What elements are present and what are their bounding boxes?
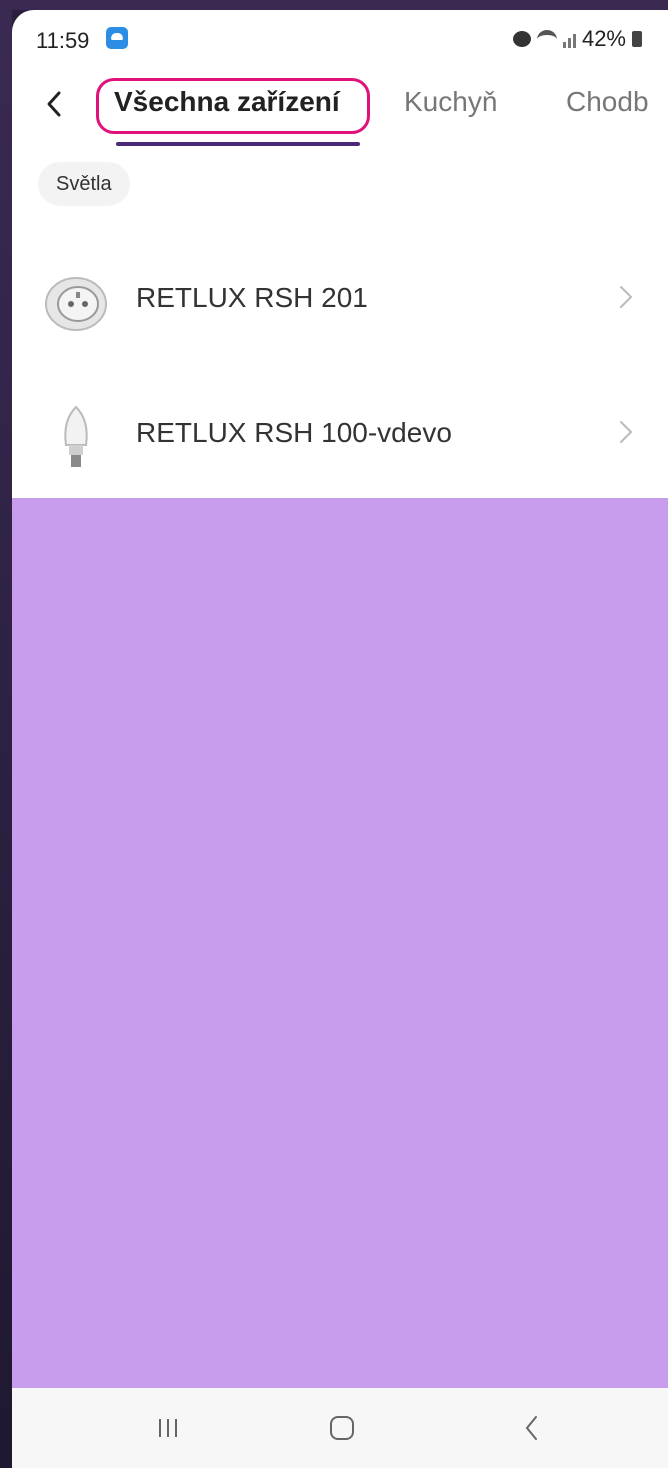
background-top-edge: [0, 0, 668, 10]
signal-icon: [562, 30, 576, 48]
chevron-left-icon: [47, 91, 61, 117]
chevron-right-icon: [620, 286, 633, 308]
battery-icon: [632, 31, 642, 47]
device-name: RETLUX RSH 100-vdevo: [136, 417, 452, 448]
status-time: 11:59: [36, 28, 90, 53]
home-button[interactable]: [312, 1406, 372, 1450]
system-navigation-bar: [12, 1388, 668, 1468]
purple-overlay: [12, 498, 668, 1388]
chevron-right-icon: [620, 421, 633, 443]
recents-button[interactable]: [138, 1406, 198, 1450]
app-notification-icon: [106, 27, 128, 49]
status-icons: 42%: [512, 26, 642, 52]
tab-kitchen[interactable]: Kuchyň: [404, 86, 497, 118]
background-left-edge: [0, 0, 12, 1468]
tab-highlight-annotation: [96, 78, 370, 134]
status-bar: 11:59 42%: [12, 10, 668, 62]
room-tabs: Všechna zařízení Kuchyň Chodb: [12, 70, 668, 160]
wifi-icon: [536, 29, 557, 49]
back-button[interactable]: [32, 82, 76, 126]
smart-plug-icon: [45, 277, 107, 331]
back-icon: [525, 1416, 537, 1440]
recents-icon: [159, 1419, 177, 1437]
system-back-button[interactable]: [502, 1406, 562, 1450]
light-bulb-icon: [64, 405, 88, 467]
device-name: RETLUX RSH 201: [136, 282, 368, 313]
filter-chip-lights[interactable]: Světla: [38, 162, 130, 206]
battery-percent: 42%: [581, 26, 626, 51]
active-tab-indicator: [116, 142, 360, 146]
device-row[interactable]: RETLUX RSH 100-vdevo: [12, 367, 668, 502]
tab-hallway[interactable]: Chodb: [566, 86, 649, 118]
phone-screen: 11:59 42% Všechna zařízení Kuchyň Chodb …: [12, 10, 668, 1468]
device-row[interactable]: RETLUX RSH 201: [12, 232, 668, 367]
device-list: RETLUX RSH 201 RETLUX RSH 100-vdevo: [12, 232, 668, 502]
alarm-icon: [512, 31, 531, 47]
home-icon: [330, 1416, 354, 1440]
top-navigation: Všechna zařízení Kuchyň Chodb: [12, 70, 668, 160]
